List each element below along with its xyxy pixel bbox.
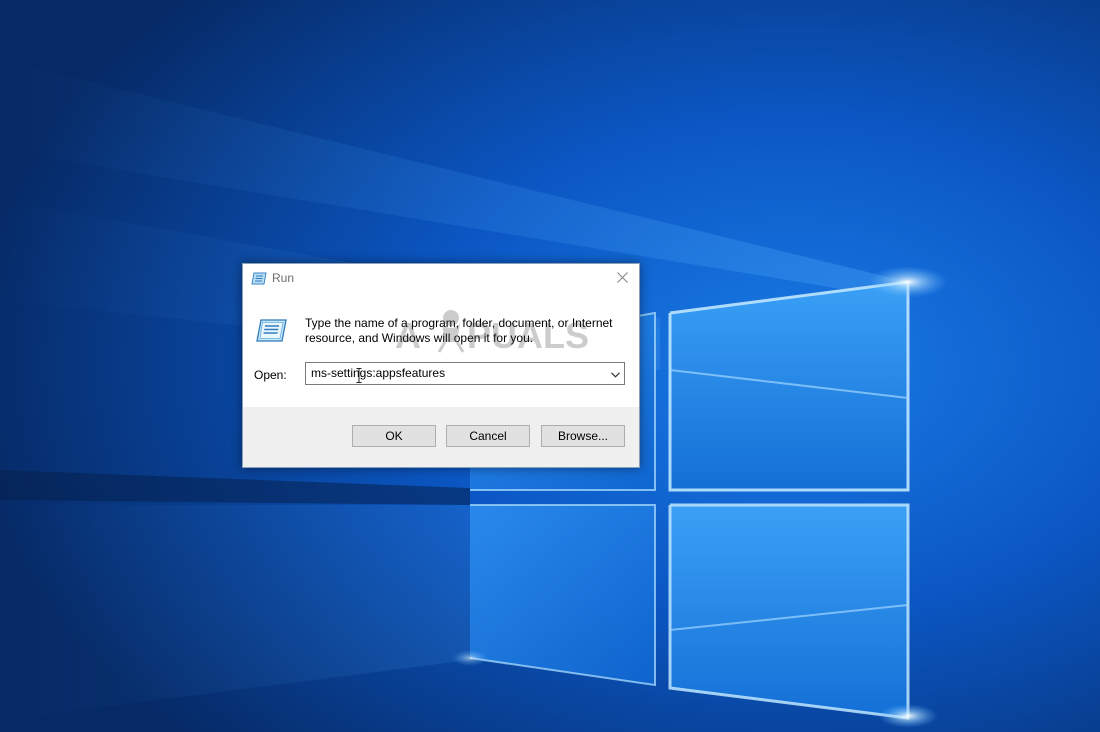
dropdown-button[interactable] [606, 363, 624, 384]
dialog-description: Type the name of a program, folder, docu… [305, 316, 613, 345]
open-label: Open: [254, 368, 287, 382]
browse-button[interactable]: Browse... [541, 425, 625, 447]
dialog-title: Run [272, 271, 295, 285]
run-dialog: Run Type the name of a program, folder, … [242, 263, 640, 468]
close-button[interactable] [605, 264, 639, 293]
title-bar[interactable]: Run [243, 264, 639, 294]
open-combobox[interactable]: ms-settings:appsfeatures [305, 362, 625, 385]
run-icon [251, 272, 267, 285]
open-input[interactable]: ms-settings:appsfeatures [311, 366, 445, 380]
text-cursor-icon [356, 368, 362, 383]
dialog-footer: OK Cancel Browse... [243, 407, 639, 467]
cancel-button[interactable]: Cancel [446, 425, 530, 447]
close-icon [616, 270, 628, 288]
chevron-down-icon [610, 365, 620, 383]
run-program-icon [256, 319, 287, 343]
ok-button[interactable]: OK [352, 425, 436, 447]
